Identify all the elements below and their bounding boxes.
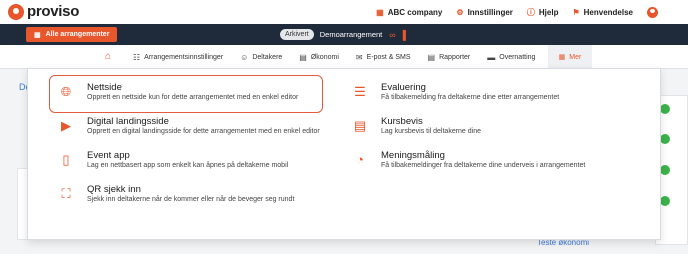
mail-icon: ✉ (355, 52, 363, 62)
help-label: Hjelp (538, 7, 559, 17)
home-icon[interactable]: ⌂ (105, 51, 111, 62)
menu-item-desc: Lag en nettbasert app som enkelt kan åpn… (87, 162, 289, 169)
calendar-icon: ▦ (34, 31, 41, 39)
user-avatar-icon[interactable] (647, 6, 658, 18)
nav-more[interactable]: ▦ Mer (548, 45, 592, 69)
status-dot (660, 165, 670, 175)
menu-item-event-app[interactable]: ▯ Event app Lag en nettbasert app som en… (58, 150, 288, 170)
logo[interactable]: proviso (8, 3, 79, 20)
money-icon: ▤ (299, 52, 307, 62)
building-icon: ▦ (376, 7, 384, 17)
archived-badge: Arkivert (280, 29, 314, 40)
nav-label: E-post & SMS (366, 53, 411, 61)
pie-chart-icon: ◔ (356, 152, 364, 167)
help-button[interactable]: ⓘ Hjelp (527, 7, 559, 18)
menu-item-desc: Få tilbakemelding fra deltakerne dine et… (381, 94, 560, 101)
phone-icon: ▯ (62, 152, 70, 167)
qr-scan-icon: ⛶ (61, 186, 71, 201)
event-bar: ▦ Alle arrangementer Arkivert Demoarrang… (0, 24, 688, 45)
header-actions: ▦ ABC company ⚙ Innstillinger ⓘ Hjelp ⚑ … (376, 0, 688, 24)
nav-economy[interactable]: ▤ Økonomi (299, 53, 339, 62)
menu-item-text: Event app Lag en nettbasert app som enke… (87, 150, 288, 170)
menu-item-title: QR sjekk inn (87, 184, 141, 195)
menu-item-text: Nettside Opprett en nettside kun for det… (87, 82, 298, 102)
menu-item-title: Digital landingsside (87, 116, 169, 127)
nav-label: Rapporter (439, 53, 471, 61)
nav-event-settings[interactable]: ☷ Arrangementsinnstillinger (133, 53, 223, 62)
nav-reports[interactable]: ▤ Rapporter (428, 53, 471, 62)
certificate-icon: ▤ (353, 118, 367, 133)
status-dot (660, 104, 670, 114)
event-title: Demoarrangement (319, 30, 383, 39)
top-header: proviso ▦ ABC company ⚙ Innstillinger ⓘ … (0, 0, 688, 24)
status-dot (660, 196, 670, 206)
nav-label: Økonomi (310, 53, 339, 61)
menu-item-evaluation[interactable]: ☰ Evaluering Få tilbakemelding fra delta… (352, 82, 559, 102)
bell-icon: ⚑ (572, 7, 580, 17)
menu-item-desc: Lag kursbevis til deltakerne dine (381, 128, 482, 135)
menu-item-text: Kursbevis Lag kursbevis til deltakerne d… (381, 116, 481, 136)
inquiry-label: Henvendelse (583, 7, 633, 17)
more-dropdown-menu: 🌐︎ Nettside Opprett en nettside kun for … (27, 68, 661, 240)
menu-item-desc: Få tilbakemeldinger fra deltakerne dine … (381, 162, 586, 169)
menu-item-text: Digital landingsside Opprett en digital … (87, 116, 320, 136)
nav-label: Deltakere (252, 53, 283, 61)
menu-item-text: QR sjekk inn Sjekk inn deltakerne når de… (87, 184, 294, 204)
nav-participants[interactable]: ☺ Deltakere (240, 53, 282, 62)
main-nav: ⌂ ☷ Arrangementsinnstillinger ☺ Deltaker… (0, 45, 688, 69)
menu-item-qr-checkin[interactable]: ⛶ QR sjekk inn Sjekk inn deltakerne når … (58, 184, 294, 204)
grid-icon: ▦ (558, 54, 566, 61)
menu-item-poll[interactable]: ◔ Meningsmåling Få tilbakemeldinger fra … (352, 150, 585, 170)
menu-item-title: Evaluering (381, 82, 426, 93)
menu-item-landing-page[interactable]: ▶ Digital landingsside Opprett en digita… (58, 116, 320, 136)
logo-mark (8, 3, 24, 20)
logo-text: proviso (27, 3, 80, 20)
menu-item-text: Meningsmåling Få tilbakemeldinger fra de… (381, 150, 585, 170)
settings-calendar-icon: ☷ (133, 52, 141, 62)
inquiry-button[interactable]: ⚑ Henvendelse (572, 8, 633, 17)
menu-item-desc: Opprett en digital landingsside for dett… (87, 128, 320, 135)
stats-icon[interactable]: ▌ (403, 30, 409, 40)
nav-email-sms[interactable]: ✉ E-post & SMS (356, 53, 411, 62)
menu-item-title: Meningsmåling (381, 150, 445, 161)
menu-item-desc: Sjekk inn deltakerne når de kommer eller… (87, 196, 295, 203)
nav-label: Overnatting (499, 53, 536, 61)
nav-items: ☷ Arrangementsinnstillinger ☺ Deltakere … (133, 45, 552, 69)
company-label: ABC company (387, 7, 443, 17)
bed-icon: ▬ (487, 52, 496, 62)
company-button[interactable]: ▦ ABC company (376, 8, 442, 17)
checklist-icon: ☰ (354, 84, 366, 99)
users-icon: ☺ (240, 52, 249, 62)
menu-item-title: Nettside (87, 82, 122, 93)
all-events-button[interactable]: ▦ Alle arrangementer (26, 27, 118, 42)
nav-more-label: Mer (569, 53, 582, 61)
video-icon: ▶ (61, 118, 71, 133)
report-icon: ▤ (427, 52, 436, 62)
menu-item-text: Evaluering Få tilbakemelding fra deltake… (381, 82, 559, 102)
all-events-label: Alle arrangementer (45, 31, 110, 38)
status-dot (660, 134, 670, 144)
nav-label: Arrangementsinnstillinger (144, 53, 224, 61)
link-icon[interactable]: ∞ (389, 30, 395, 40)
menu-item-website[interactable]: 🌐︎ Nettside Opprett en nettside kun for … (58, 82, 299, 102)
globe-icon: 🌐︎ (60, 84, 72, 99)
menu-item-title: Event app (87, 150, 130, 161)
settings-label: Innstillinger (467, 7, 513, 17)
nav-accommodation[interactable]: ▬ Overnatting (487, 53, 535, 62)
gear-icon: ⚙ (456, 7, 464, 17)
event-info: Arkivert Demoarrangement ∞ ▌ (280, 28, 409, 41)
settings-button[interactable]: ⚙ Innstillinger (456, 8, 513, 17)
help-icon: ⓘ (526, 7, 535, 17)
menu-item-desc: Opprett en nettside kun for dette arrang… (87, 94, 299, 101)
menu-item-course-certificate[interactable]: ▤ Kursbevis Lag kursbevis til deltakerne… (352, 116, 481, 136)
menu-item-title: Kursbevis (381, 116, 423, 127)
